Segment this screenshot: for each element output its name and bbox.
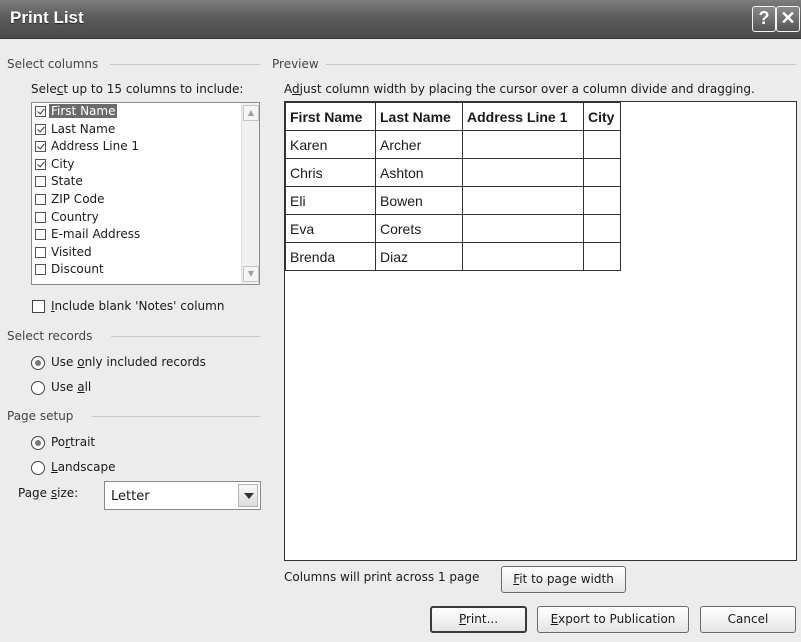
column-item-label: First Name [49,104,118,118]
column-checkbox[interactable] [35,123,46,135]
use-only-included-radio[interactable] [31,356,45,370]
column-header-address-line-1[interactable]: Address Line 1 [462,102,584,131]
title-bar: Print List ? ✕ [0,0,801,39]
table-row: Eva Corets [285,214,621,243]
column-header-city[interactable]: City [583,102,621,131]
page-size-value: Letter [111,489,150,504]
column-list-item[interactable]: Last Name [32,121,259,139]
column-list-item[interactable]: City [32,156,259,174]
column-checkbox[interactable] [35,211,46,223]
table-cell [462,186,584,215]
include-blank-notes-label: Include blank 'Notes' column [51,299,225,313]
preview-area[interactable]: First Name Last Name Address Line 1 City… [284,101,797,561]
export-to-publication-button[interactable]: Export to Publication [537,606,689,633]
group-divider [326,64,796,65]
portrait-radio[interactable] [31,436,45,450]
table-cell: Eli [285,186,376,215]
column-checkbox[interactable] [35,141,46,153]
landscape-radio[interactable] [31,461,45,475]
page-size-label: Page size: [18,486,79,500]
table-row: Brenda Diaz [285,242,621,271]
column-item-label: State [51,174,83,189]
use-all-radio[interactable] [31,381,45,395]
column-header-first-name[interactable]: First Name [285,102,376,131]
pages-note: Columns will print across 1 page [284,570,480,584]
select-columns-group-label: Select columns [7,57,99,71]
column-item-label: ZIP Code [51,191,105,206]
preview-group-label: Preview [272,57,319,71]
scroll-down-arrow-icon[interactable]: ▼ [243,266,259,282]
column-checkbox[interactable] [35,246,46,258]
table-cell: Archer [375,130,463,159]
column-item-label: E-mail Address [51,227,141,242]
group-divider [92,416,260,417]
table-cell [583,130,621,159]
table-cell [462,130,584,159]
table-cell [583,186,621,215]
column-item-label: Discount [51,262,104,277]
table-cell [462,242,584,271]
fit-to-page-width-button[interactable]: Fit to page width [501,566,626,593]
page-size-dropdown[interactable]: Letter [104,481,261,510]
column-list-item[interactable]: ZIP Code [32,191,259,209]
use-only-included-label: Use only included records [51,355,206,369]
table-cell [462,214,584,243]
table-cell [583,214,621,243]
help-button[interactable]: ? [752,6,776,32]
table-cell: Bowen [375,186,463,215]
table-row: Chris Ashton [285,158,621,187]
group-divider [111,336,260,337]
landscape-label: Landscape [51,460,116,474]
column-list-item[interactable]: Discount [32,261,259,279]
table-cell: Brenda [285,242,376,271]
table-cell: Chris [285,158,376,187]
column-list-item[interactable]: Visited [32,244,259,262]
preview-instruction: Adjust column width by placing the curso… [284,82,755,96]
column-list-item[interactable]: E-mail Address [32,226,259,244]
table-cell [583,242,621,271]
table-row: Karen Archer [285,130,621,159]
table-cell: Karen [285,130,376,159]
column-list-item[interactable]: Country [32,209,259,227]
table-cell: Diaz [375,242,463,271]
column-item-label: Last Name [51,121,116,136]
select-records-group-label: Select records [7,329,93,343]
dialog-title: Print List [10,8,84,27]
table-cell [583,158,621,187]
column-item-label: Address Line 1 [51,139,140,154]
use-all-label: Use all [51,380,92,394]
column-list-item[interactable]: State [32,173,259,191]
column-item-label: City [51,156,75,171]
table-cell [462,158,584,187]
list-scrollbar[interactable]: ▲ ▼ [241,103,259,284]
chevron-down-icon[interactable] [238,484,258,507]
page-setup-group-label: Page setup [7,409,74,423]
column-checkbox[interactable] [35,229,46,241]
table-cell: Ashton [375,158,463,187]
column-list-item[interactable]: First Name [32,103,259,121]
column-checkbox[interactable] [35,176,46,188]
table-cell: Corets [375,214,463,243]
column-checkbox[interactable] [35,193,46,205]
table-row: Eli Bowen [285,186,621,215]
column-checkbox[interactable] [35,264,46,276]
column-checkbox[interactable] [35,158,46,170]
preview-table: First Name Last Name Address Line 1 City… [285,102,621,271]
table-cell: Eva [285,214,376,243]
close-button[interactable]: ✕ [776,6,800,32]
column-item-label: Visited [51,244,92,259]
cancel-button[interactable]: Cancel [700,606,796,633]
column-checkbox[interactable] [35,106,46,117]
group-divider [110,64,260,65]
scroll-up-arrow-icon[interactable]: ▲ [243,105,259,121]
column-item-label: Country [51,209,99,224]
column-list-item[interactable]: Address Line 1 [32,138,259,156]
print-button[interactable]: Print... [430,606,527,633]
column-list[interactable]: First Name Last Name Address Line 1 City Sta… [31,102,260,285]
column-header-last-name[interactable]: Last Name [375,102,463,131]
include-blank-notes-checkbox[interactable] [32,300,45,313]
portrait-label: Portrait [51,435,96,449]
columns-instruction: Select up to 15 columns to include: [31,82,244,96]
